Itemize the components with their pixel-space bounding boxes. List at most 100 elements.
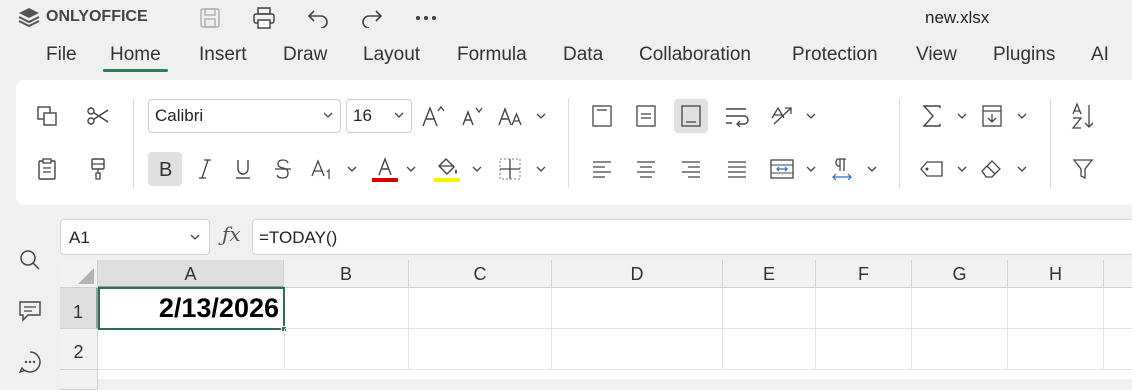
- copy-icon[interactable]: [30, 99, 64, 133]
- merge-cells-icon[interactable]: [765, 152, 799, 186]
- font-color-icon[interactable]: [368, 152, 402, 186]
- orientation-dropdown-icon[interactable]: [805, 99, 817, 133]
- align-right-icon[interactable]: [674, 152, 708, 186]
- bold-icon[interactable]: B: [148, 152, 182, 186]
- wrap-text-icon[interactable]: [720, 99, 754, 133]
- row-header-3[interactable]: [60, 370, 98, 390]
- subscript-icon[interactable]: [305, 152, 339, 186]
- row-header-2[interactable]: 2: [60, 329, 98, 370]
- tab-formula[interactable]: Formula: [457, 44, 527, 66]
- print-icon[interactable]: [250, 4, 278, 32]
- tab-view[interactable]: View: [916, 44, 957, 66]
- justify-icon[interactable]: [720, 152, 754, 186]
- borders-dropdown-icon[interactable]: [535, 152, 547, 186]
- column-header-e[interactable]: E: [723, 260, 816, 288]
- column-header-b[interactable]: B: [284, 260, 409, 288]
- cell-e1[interactable]: [723, 288, 816, 329]
- clear-icon[interactable]: [975, 152, 1009, 186]
- number-format-dropdown-icon[interactable]: [956, 152, 968, 186]
- column-header-g[interactable]: G: [912, 260, 1008, 288]
- select-all-corner[interactable]: [60, 260, 98, 288]
- cell-d1[interactable]: [552, 288, 723, 329]
- text-orientation-icon[interactable]: [765, 99, 799, 133]
- cell-a2[interactable]: [98, 329, 285, 370]
- cell-b1[interactable]: [285, 288, 409, 329]
- name-box[interactable]: A1: [60, 219, 210, 255]
- number-format-icon[interactable]: [915, 152, 949, 186]
- text-direction-icon[interactable]: [825, 152, 859, 186]
- decrease-font-icon[interactable]: [454, 99, 488, 133]
- tab-data[interactable]: Data: [563, 44, 603, 66]
- font-size-combo[interactable]: 16: [346, 99, 412, 133]
- font-color-dropdown-icon[interactable]: [405, 152, 417, 186]
- column-header-d[interactable]: D: [552, 260, 723, 288]
- align-left-icon[interactable]: [585, 152, 619, 186]
- increase-font-icon[interactable]: [416, 99, 450, 133]
- column-header-c[interactable]: C: [409, 260, 552, 288]
- autosum-icon[interactable]: [915, 99, 949, 133]
- cell-f2[interactable]: [816, 329, 912, 370]
- cell-g2[interactable]: [912, 329, 1008, 370]
- cut-icon[interactable]: [81, 99, 115, 133]
- save-icon[interactable]: [196, 4, 224, 32]
- font-name-combo[interactable]: Calibri: [148, 99, 341, 133]
- comments-icon[interactable]: [16, 297, 44, 325]
- clear-dropdown-icon[interactable]: [1016, 152, 1028, 186]
- align-middle-icon[interactable]: [629, 99, 663, 133]
- row-header-1[interactable]: 1: [60, 288, 98, 329]
- fill-color-icon[interactable]: [430, 152, 464, 186]
- cell-g1[interactable]: [912, 288, 1008, 329]
- script-dropdown-icon[interactable]: [346, 152, 358, 186]
- tab-file[interactable]: File: [46, 44, 77, 66]
- align-bottom-icon[interactable]: [674, 99, 708, 133]
- borders-icon[interactable]: [493, 152, 527, 186]
- column-header-h[interactable]: H: [1008, 260, 1104, 288]
- more-icon[interactable]: [412, 4, 440, 32]
- text-direction-dropdown-icon[interactable]: [866, 152, 878, 186]
- search-icon[interactable]: [16, 246, 44, 274]
- format-painter-icon[interactable]: [81, 152, 115, 186]
- tab-protection[interactable]: Protection: [792, 44, 878, 66]
- cell-e2[interactable]: [723, 329, 816, 370]
- sort-icon[interactable]: [1066, 99, 1100, 133]
- cell-a1[interactable]: 2/13/2026: [98, 287, 285, 330]
- filter-icon[interactable]: [1066, 152, 1100, 186]
- insert-function-icon[interactable]: ƒx: [222, 222, 241, 246]
- align-top-icon[interactable]: [585, 99, 619, 133]
- cell-c2[interactable]: [409, 329, 552, 370]
- fill-icon[interactable]: [975, 99, 1009, 133]
- change-case-dropdown-icon[interactable]: [535, 99, 547, 133]
- merge-dropdown-icon[interactable]: [805, 152, 817, 186]
- tab-plugins[interactable]: Plugins: [993, 44, 1055, 66]
- column-header-a[interactable]: A: [98, 260, 284, 288]
- align-center-icon[interactable]: [629, 152, 663, 186]
- strikethrough-icon[interactable]: [266, 152, 300, 186]
- column-header-partial[interactable]: [1104, 260, 1132, 288]
- underline-icon[interactable]: [226, 152, 260, 186]
- cell-h1[interactable]: [1008, 288, 1104, 329]
- redo-icon[interactable]: [358, 4, 386, 32]
- tab-ai[interactable]: AI: [1091, 44, 1109, 66]
- cell-h2[interactable]: [1008, 329, 1104, 370]
- cell-d2[interactable]: [552, 329, 723, 370]
- cell-b2[interactable]: [285, 329, 409, 370]
- fill-dropdown-icon[interactable]: [1016, 99, 1028, 133]
- column-header-f[interactable]: F: [816, 260, 912, 288]
- change-case-icon[interactable]: [494, 99, 528, 133]
- tab-insert[interactable]: Insert: [199, 44, 247, 66]
- cell-f1[interactable]: [816, 288, 912, 329]
- tab-collaboration[interactable]: Collaboration: [639, 44, 751, 66]
- tab-draw[interactable]: Draw: [283, 44, 327, 66]
- chat-icon[interactable]: [16, 348, 44, 376]
- cell-c1[interactable]: [409, 288, 552, 329]
- paste-icon[interactable]: [30, 152, 64, 186]
- autosum-dropdown-icon[interactable]: [956, 99, 968, 133]
- fill-color-dropdown-icon[interactable]: [471, 152, 483, 186]
- cell-i2[interactable]: [1104, 329, 1132, 370]
- italic-icon[interactable]: [188, 152, 222, 186]
- undo-icon[interactable]: [304, 4, 332, 32]
- cell-i1[interactable]: [1104, 288, 1132, 329]
- formula-input[interactable]: =TODAY(): [252, 219, 1132, 255]
- tab-layout[interactable]: Layout: [363, 44, 420, 66]
- tab-home[interactable]: Home: [103, 44, 168, 72]
